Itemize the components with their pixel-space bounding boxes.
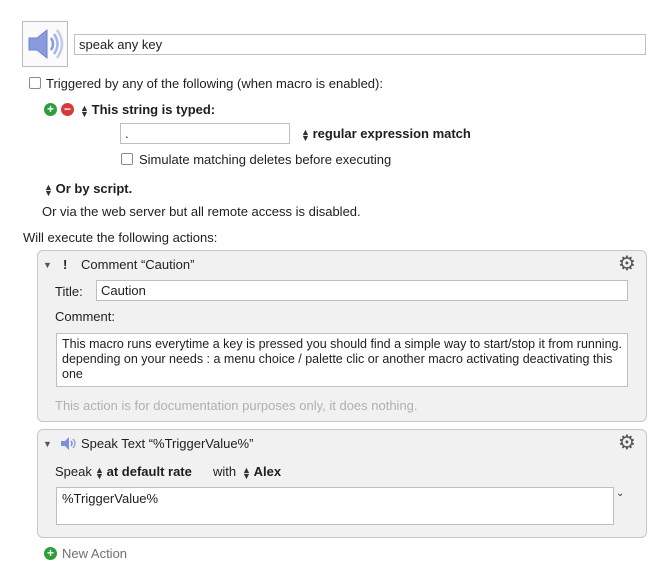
web-server-text: Or via the web server but all remote acc… (42, 204, 361, 219)
comment-action[interactable]: ▼ ! Comment “Caution” ⚙ Title: Caution C… (37, 250, 647, 422)
macro-icon-well[interactable] (22, 21, 68, 67)
match-mode-popup[interactable]: ▲ ▼ regular expression match (301, 126, 471, 143)
comment-action-header: Comment “Caution” (81, 257, 195, 272)
trigger-header: Triggered by any of the following (when … (46, 76, 383, 91)
updown-arrows-icon: ▲ ▼ (242, 464, 251, 481)
or-by-script-popup[interactable]: ▲ ▼ Or by script. (44, 181, 133, 198)
speaker-icon (61, 437, 76, 450)
updown-arrows-icon: ▲ ▼ (80, 102, 89, 119)
macro-name-field[interactable]: speak any key (74, 34, 646, 55)
gear-icon[interactable]: ⚙ (618, 254, 636, 274)
typed-string-field[interactable]: . (120, 123, 290, 144)
comment-title-field[interactable]: Caution (96, 280, 628, 301)
trigger-type-popup[interactable]: ▲ ▼ This string is typed: (80, 102, 216, 119)
or-by-script-label: Or by script. (55, 181, 133, 196)
disclosure-triangle-icon[interactable]: ▼ (43, 439, 52, 449)
speak-action-header: Speak Text “%TriggerValue%” (81, 436, 254, 451)
chevron-down-icon[interactable]: ⌄ (616, 488, 624, 499)
comment-footer: This action is for documentation purpose… (55, 398, 418, 413)
disclosure-triangle-icon[interactable]: ▼ (43, 260, 52, 270)
speak-text-field[interactable]: %TriggerValue% (56, 487, 614, 525)
actions-header: Will execute the following actions: (23, 230, 218, 245)
simulate-deletes-label: Simulate matching deletes before executi… (139, 152, 392, 167)
simulate-deletes-checkbox[interactable] (121, 153, 133, 165)
rate-label: at default rate (106, 464, 192, 479)
remove-trigger-icon[interactable]: − (61, 103, 74, 116)
match-mode-label: regular expression match (312, 126, 471, 141)
new-action-plus-icon[interactable]: + (44, 547, 57, 560)
gear-clock-icon[interactable]: ⚙ (618, 433, 636, 453)
updown-arrows-icon: ▲ ▼ (301, 126, 310, 143)
new-action-button[interactable]: New Action (62, 546, 127, 561)
speaker-icon (28, 28, 64, 60)
title-label: Title: (55, 284, 83, 299)
triggered-checkbox[interactable] (29, 77, 41, 89)
speak-action[interactable]: ▼ Speak Text “%TriggerValue%” ⚙ Speak ▲ ▼… (37, 429, 647, 538)
with-label: with (213, 464, 237, 479)
comment-label: Comment: (55, 309, 115, 324)
updown-arrows-icon: ▲ ▼ (95, 464, 104, 481)
trigger-type-label: This string is typed: (91, 102, 216, 117)
exclamation-icon: ! (63, 257, 68, 272)
comment-text-area[interactable]: This macro runs everytime a key is press… (56, 333, 628, 387)
updown-arrows-icon: ▲ ▼ (44, 181, 53, 198)
rate-popup[interactable]: ▲ ▼ at default rate (95, 464, 192, 481)
voice-label: Alex (253, 464, 282, 479)
voice-popup[interactable]: ▲ ▼ Alex (242, 464, 282, 481)
speak-label: Speak (55, 464, 92, 479)
add-trigger-icon[interactable]: + (44, 103, 57, 116)
